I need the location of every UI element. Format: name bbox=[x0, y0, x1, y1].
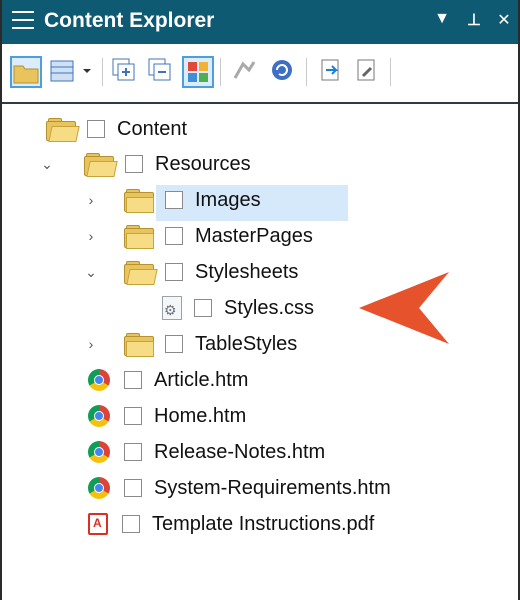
collapse-all-button[interactable] bbox=[146, 56, 178, 88]
tree-item-images[interactable]: Images bbox=[124, 183, 261, 217]
tree-item-tablestyles[interactable]: TableStyles bbox=[124, 327, 297, 361]
tree-item-label: Article.htm bbox=[154, 368, 249, 391]
open-button[interactable] bbox=[316, 56, 348, 88]
item-checkbox[interactable] bbox=[124, 479, 142, 497]
tree-item-label: Release-Notes.htm bbox=[154, 440, 326, 463]
item-checkbox[interactable] bbox=[165, 263, 183, 281]
folder-icon bbox=[124, 333, 156, 357]
tree-item-stylesheets[interactable]: Stylesheets bbox=[124, 255, 298, 289]
tree-item-label: Content bbox=[117, 117, 188, 140]
tree-item-label: System-Requirements.htm bbox=[154, 476, 391, 499]
tree-item-label: Template Instructions.pdf bbox=[152, 512, 375, 535]
toolbar-separator bbox=[306, 58, 307, 86]
properties-icon bbox=[357, 59, 375, 81]
chevron-right-icon[interactable]: › bbox=[84, 193, 98, 207]
chevron-right-icon[interactable]: › bbox=[84, 337, 98, 351]
folder-view-button[interactable] bbox=[10, 56, 42, 88]
item-checkbox[interactable] bbox=[165, 335, 183, 353]
properties-button[interactable] bbox=[352, 56, 384, 88]
bind-icon bbox=[233, 61, 256, 79]
item-checkbox[interactable] bbox=[87, 120, 105, 138]
item-checkbox[interactable] bbox=[165, 227, 183, 245]
chrome-icon bbox=[88, 369, 110, 391]
layout-dropdown-button[interactable] bbox=[80, 56, 94, 88]
toolbar-separator bbox=[102, 58, 103, 86]
open-folder-icon bbox=[84, 153, 118, 177]
item-checkbox[interactable] bbox=[125, 155, 143, 173]
show-colors-button[interactable] bbox=[182, 56, 214, 88]
chrome-icon bbox=[88, 477, 110, 499]
tree-item-release-notes[interactable]: Release-Notes.htm bbox=[88, 435, 325, 469]
panel-title: Content Explorer bbox=[44, 9, 215, 32]
item-checkbox[interactable] bbox=[124, 371, 142, 389]
tree-item-label: Home.htm bbox=[154, 404, 247, 427]
tree-item-home[interactable]: Home.htm bbox=[88, 399, 246, 433]
tree-item-system-requirements[interactable]: System-Requirements.htm bbox=[88, 471, 391, 505]
chrome-icon bbox=[88, 441, 110, 463]
tree-item-resources[interactable]: Resources bbox=[84, 147, 251, 181]
item-checkbox[interactable] bbox=[124, 443, 142, 461]
open-folder-icon bbox=[46, 118, 80, 142]
chrome-icon bbox=[88, 405, 110, 427]
close-icon[interactable]: ✕ bbox=[494, 10, 514, 30]
menu-icon[interactable] bbox=[12, 11, 34, 29]
item-checkbox[interactable] bbox=[124, 407, 142, 425]
content-explorer-panel: Content Explorer ▼ ⊥ ✕ Content ⌄ Resourc… bbox=[0, 0, 520, 600]
open-folder-icon bbox=[124, 261, 158, 285]
tree-item-template-instructions[interactable]: Template Instructions.pdf bbox=[88, 507, 374, 541]
folder-icon bbox=[124, 189, 156, 213]
tree-item-article[interactable]: Article.htm bbox=[88, 363, 248, 397]
tree-item-content[interactable]: Content bbox=[46, 112, 187, 146]
item-checkbox[interactable] bbox=[122, 515, 140, 533]
pdf-icon bbox=[88, 513, 108, 535]
folder-icon bbox=[13, 65, 39, 84]
chevron-down-icon bbox=[83, 69, 91, 73]
collapse-all-icon bbox=[148, 58, 171, 81]
bind-button[interactable] bbox=[230, 56, 262, 88]
chevron-right-icon[interactable]: › bbox=[84, 229, 98, 243]
toolbar bbox=[2, 44, 518, 104]
tree-item-label: Styles.css bbox=[224, 296, 315, 319]
tree-item-masterpages[interactable]: MasterPages bbox=[124, 219, 313, 253]
open-icon bbox=[321, 59, 339, 81]
view-layout-icon bbox=[50, 60, 74, 82]
folder-icon bbox=[124, 225, 156, 249]
tree-item-label: MasterPages bbox=[195, 224, 313, 247]
panel-title-bar: Content Explorer ▼ ⊥ ✕ bbox=[2, 0, 518, 44]
callout-arrow-icon bbox=[359, 272, 449, 344]
item-checkbox[interactable] bbox=[194, 299, 212, 317]
tree-item-label: Stylesheets bbox=[195, 260, 299, 283]
show-colors-icon bbox=[188, 62, 208, 82]
chevron-down-icon[interactable]: ⌄ bbox=[40, 157, 54, 171]
toolbar-separator bbox=[390, 58, 391, 86]
tree-item-styles-css[interactable]: Styles.css bbox=[162, 291, 314, 325]
tree-item-label: Resources bbox=[155, 152, 251, 175]
item-checkbox[interactable] bbox=[165, 191, 183, 209]
tree-item-label: TableStyles bbox=[195, 332, 298, 355]
layout-button[interactable] bbox=[48, 56, 80, 88]
stylesheet-file-icon bbox=[162, 296, 182, 320]
chevron-down-icon[interactable]: ⌄ bbox=[84, 265, 98, 279]
refresh-icon bbox=[272, 60, 292, 80]
expand-all-icon bbox=[112, 58, 135, 81]
pin-icon[interactable]: ⊥ bbox=[464, 10, 484, 30]
expand-all-button[interactable] bbox=[110, 56, 142, 88]
dropdown-icon[interactable]: ▼ bbox=[432, 10, 452, 28]
tree-item-label: Images bbox=[195, 188, 261, 211]
toolbar-separator bbox=[220, 58, 221, 86]
refresh-button[interactable] bbox=[268, 56, 300, 88]
